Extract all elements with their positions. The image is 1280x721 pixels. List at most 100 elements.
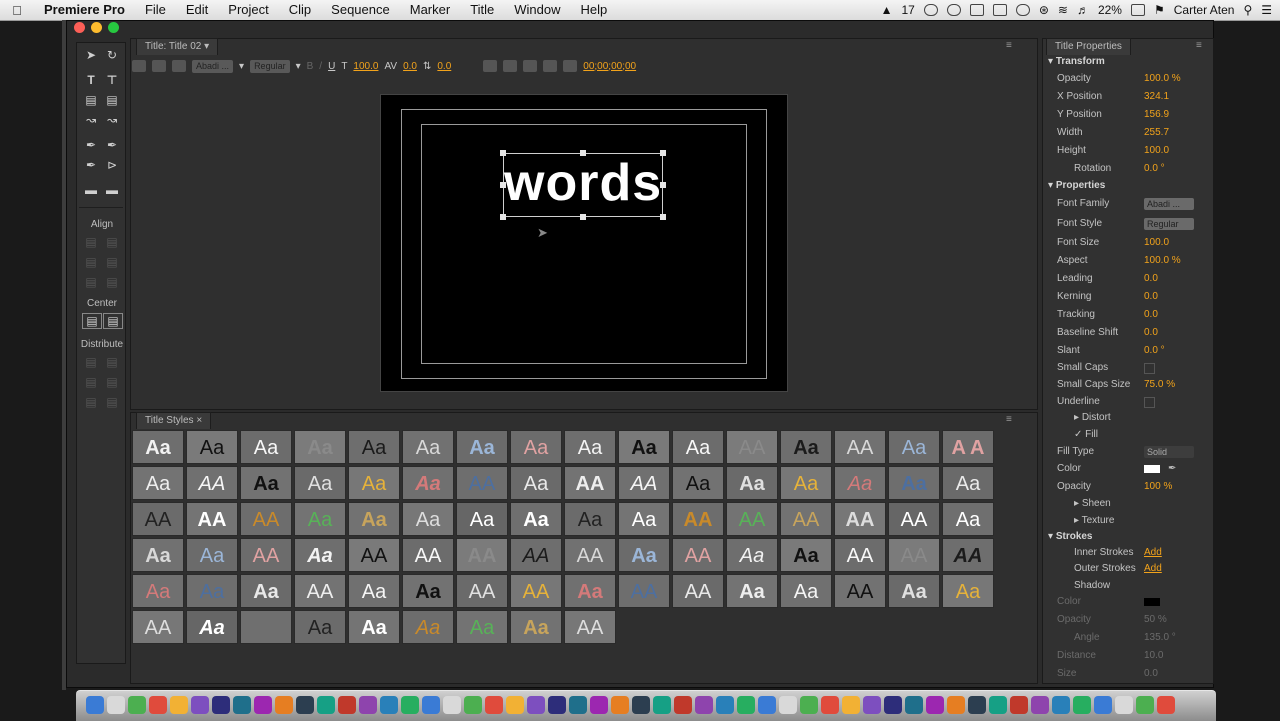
style-swatch[interactable]: Aa [348,466,400,500]
style-swatch[interactable]: Aa [456,502,508,536]
dock-app-icon[interactable] [443,696,461,714]
style-swatch[interactable]: Aa [240,430,292,464]
style-swatch[interactable]: Aa [402,466,454,500]
notification-count[interactable]: 17 [901,3,914,17]
font-size-value[interactable]: 100.0 [353,61,378,72]
styles-panel-menu-icon[interactable]: ≡ [1006,414,1012,425]
center-horizontal-icon[interactable]: ▤ [82,313,102,329]
vertical-area-type-icon[interactable]: ▤ [103,93,121,107]
airplay-icon[interactable] [992,4,1007,16]
handle-bottom-left[interactable] [500,214,506,220]
style-swatch[interactable]: Aa [942,502,994,536]
shadow-distance-value[interactable]: 10.0 [1144,648,1163,664]
distribute-5-icon[interactable]: ▤ [82,395,100,409]
style-swatch[interactable]: AA [834,502,886,536]
adobe-icon[interactable]: ▲ [881,3,893,17]
font-style-select[interactable]: Regular [1144,218,1194,230]
style-swatch[interactable]: AA [240,538,292,572]
leading-value[interactable]: 0.0 [437,61,451,72]
dock-app-icon[interactable] [86,696,104,714]
distribute-2-icon[interactable]: ▤ [103,355,121,369]
style-swatch[interactable]: Aa [132,538,184,572]
inner-strokes-add[interactable]: Add [1144,545,1162,561]
zoom-window-button[interactable] [108,22,119,33]
align-left-icon[interactable]: ▤ [82,235,100,249]
style-swatch[interactable]: Aa [294,430,346,464]
style-swatch[interactable]: Aa [510,466,562,500]
style-swatch[interactable]: AA [294,574,346,608]
apple-icon[interactable]:  [0,3,34,18]
dock-app-icon[interactable] [527,696,545,714]
handle-middle-left[interactable] [500,182,506,188]
rounded-rectangle-tool-icon[interactable]: ▬ [103,183,121,197]
handle-bottom-right[interactable] [660,214,666,220]
battery-percent[interactable]: 22% [1098,3,1122,17]
kerning-value[interactable]: 0.0 [403,61,417,72]
roll-crawl-icon[interactable] [152,60,166,72]
dock-app-icon[interactable] [968,696,986,714]
style-swatch[interactable]: AA [564,610,616,644]
style-swatch[interactable]: AA [888,502,940,536]
height-value[interactable]: 100.0 [1144,143,1169,159]
leading-prop-value[interactable]: 0.0 [1144,271,1158,287]
distribute-3-icon[interactable]: ▤ [82,375,100,389]
background-video-icon[interactable] [563,60,578,72]
add-anchor-icon[interactable]: ✒ [82,158,100,172]
dock-app-icon[interactable] [1073,696,1091,714]
style-swatch[interactable]: Aa [132,430,184,464]
fill-type-select[interactable]: Solid [1144,446,1194,458]
dock-app-icon[interactable] [1094,696,1112,714]
dock-app-icon[interactable] [128,696,146,714]
style-swatch[interactable]: Aa [348,502,400,536]
path-type-tool-icon[interactable]: ↝ [82,113,100,127]
style-swatch[interactable]: AA [348,538,400,572]
style-swatch[interactable]: Aa [726,466,778,500]
style-swatch[interactable]: Aa [402,574,454,608]
dock-app-icon[interactable] [107,696,125,714]
handle-middle-right[interactable] [660,182,666,188]
style-swatch[interactable] [240,610,292,644]
type-tool-icon[interactable]: T [82,73,100,87]
dropbox-icon[interactable] [969,4,984,16]
user-name[interactable]: Carter Aten [1174,3,1235,17]
tab-title[interactable]: Title: Title 02 ▾ [136,38,219,55]
font-style-chevron-icon[interactable]: ▾ [296,61,301,72]
dock-app-icon[interactable] [296,696,314,714]
align-left-text-icon[interactable] [483,60,498,72]
kerning-prop-value[interactable]: 0.0 [1144,289,1158,305]
vertical-path-type-icon[interactable]: ↝ [103,113,121,127]
menu-window[interactable]: Window [504,0,570,20]
tab-title-properties[interactable]: Title Properties [1046,38,1131,55]
dock-app-icon[interactable] [884,696,902,714]
style-swatch[interactable]: Aa [942,574,994,608]
font-family-dropdown[interactable]: Abadi ... [192,59,234,73]
fill-opacity-value[interactable]: 100 % [1144,479,1172,495]
dock-app-icon[interactable] [695,696,713,714]
style-swatch[interactable]: AA [834,538,886,572]
italic-icon[interactable]: / [319,61,322,72]
bluetooth-icon[interactable]: ⊛ [1039,3,1049,17]
underline-checkbox[interactable] [1144,397,1155,408]
dock-app-icon[interactable] [1136,696,1154,714]
dock-app-icon[interactable] [254,696,272,714]
style-swatch[interactable]: AA [240,502,292,536]
handle-top-center[interactable] [580,150,586,156]
style-swatch[interactable]: AA [942,538,994,572]
style-swatch[interactable]: Aa [348,610,400,644]
style-swatch[interactable]: Aa [294,610,346,644]
title-canvas[interactable]: words ➤ [380,94,788,392]
dock-app-icon[interactable] [149,696,167,714]
dock-app-icon[interactable] [422,696,440,714]
menu-file[interactable]: File [135,0,176,20]
flag-icon[interactable]: ⚑ [1154,3,1165,17]
style-swatch[interactable]: Aa [186,538,238,572]
close-tab-icon[interactable]: × [196,415,202,426]
dock-app-icon[interactable] [380,696,398,714]
style-swatch[interactable]: AA [726,502,778,536]
style-swatch[interactable]: AA [726,430,778,464]
dock-app-icon[interactable] [653,696,671,714]
dock-app-icon[interactable] [485,696,503,714]
skype-icon[interactable] [946,4,961,16]
battery-icon[interactable] [1130,4,1145,16]
style-swatch[interactable]: AA [888,538,940,572]
